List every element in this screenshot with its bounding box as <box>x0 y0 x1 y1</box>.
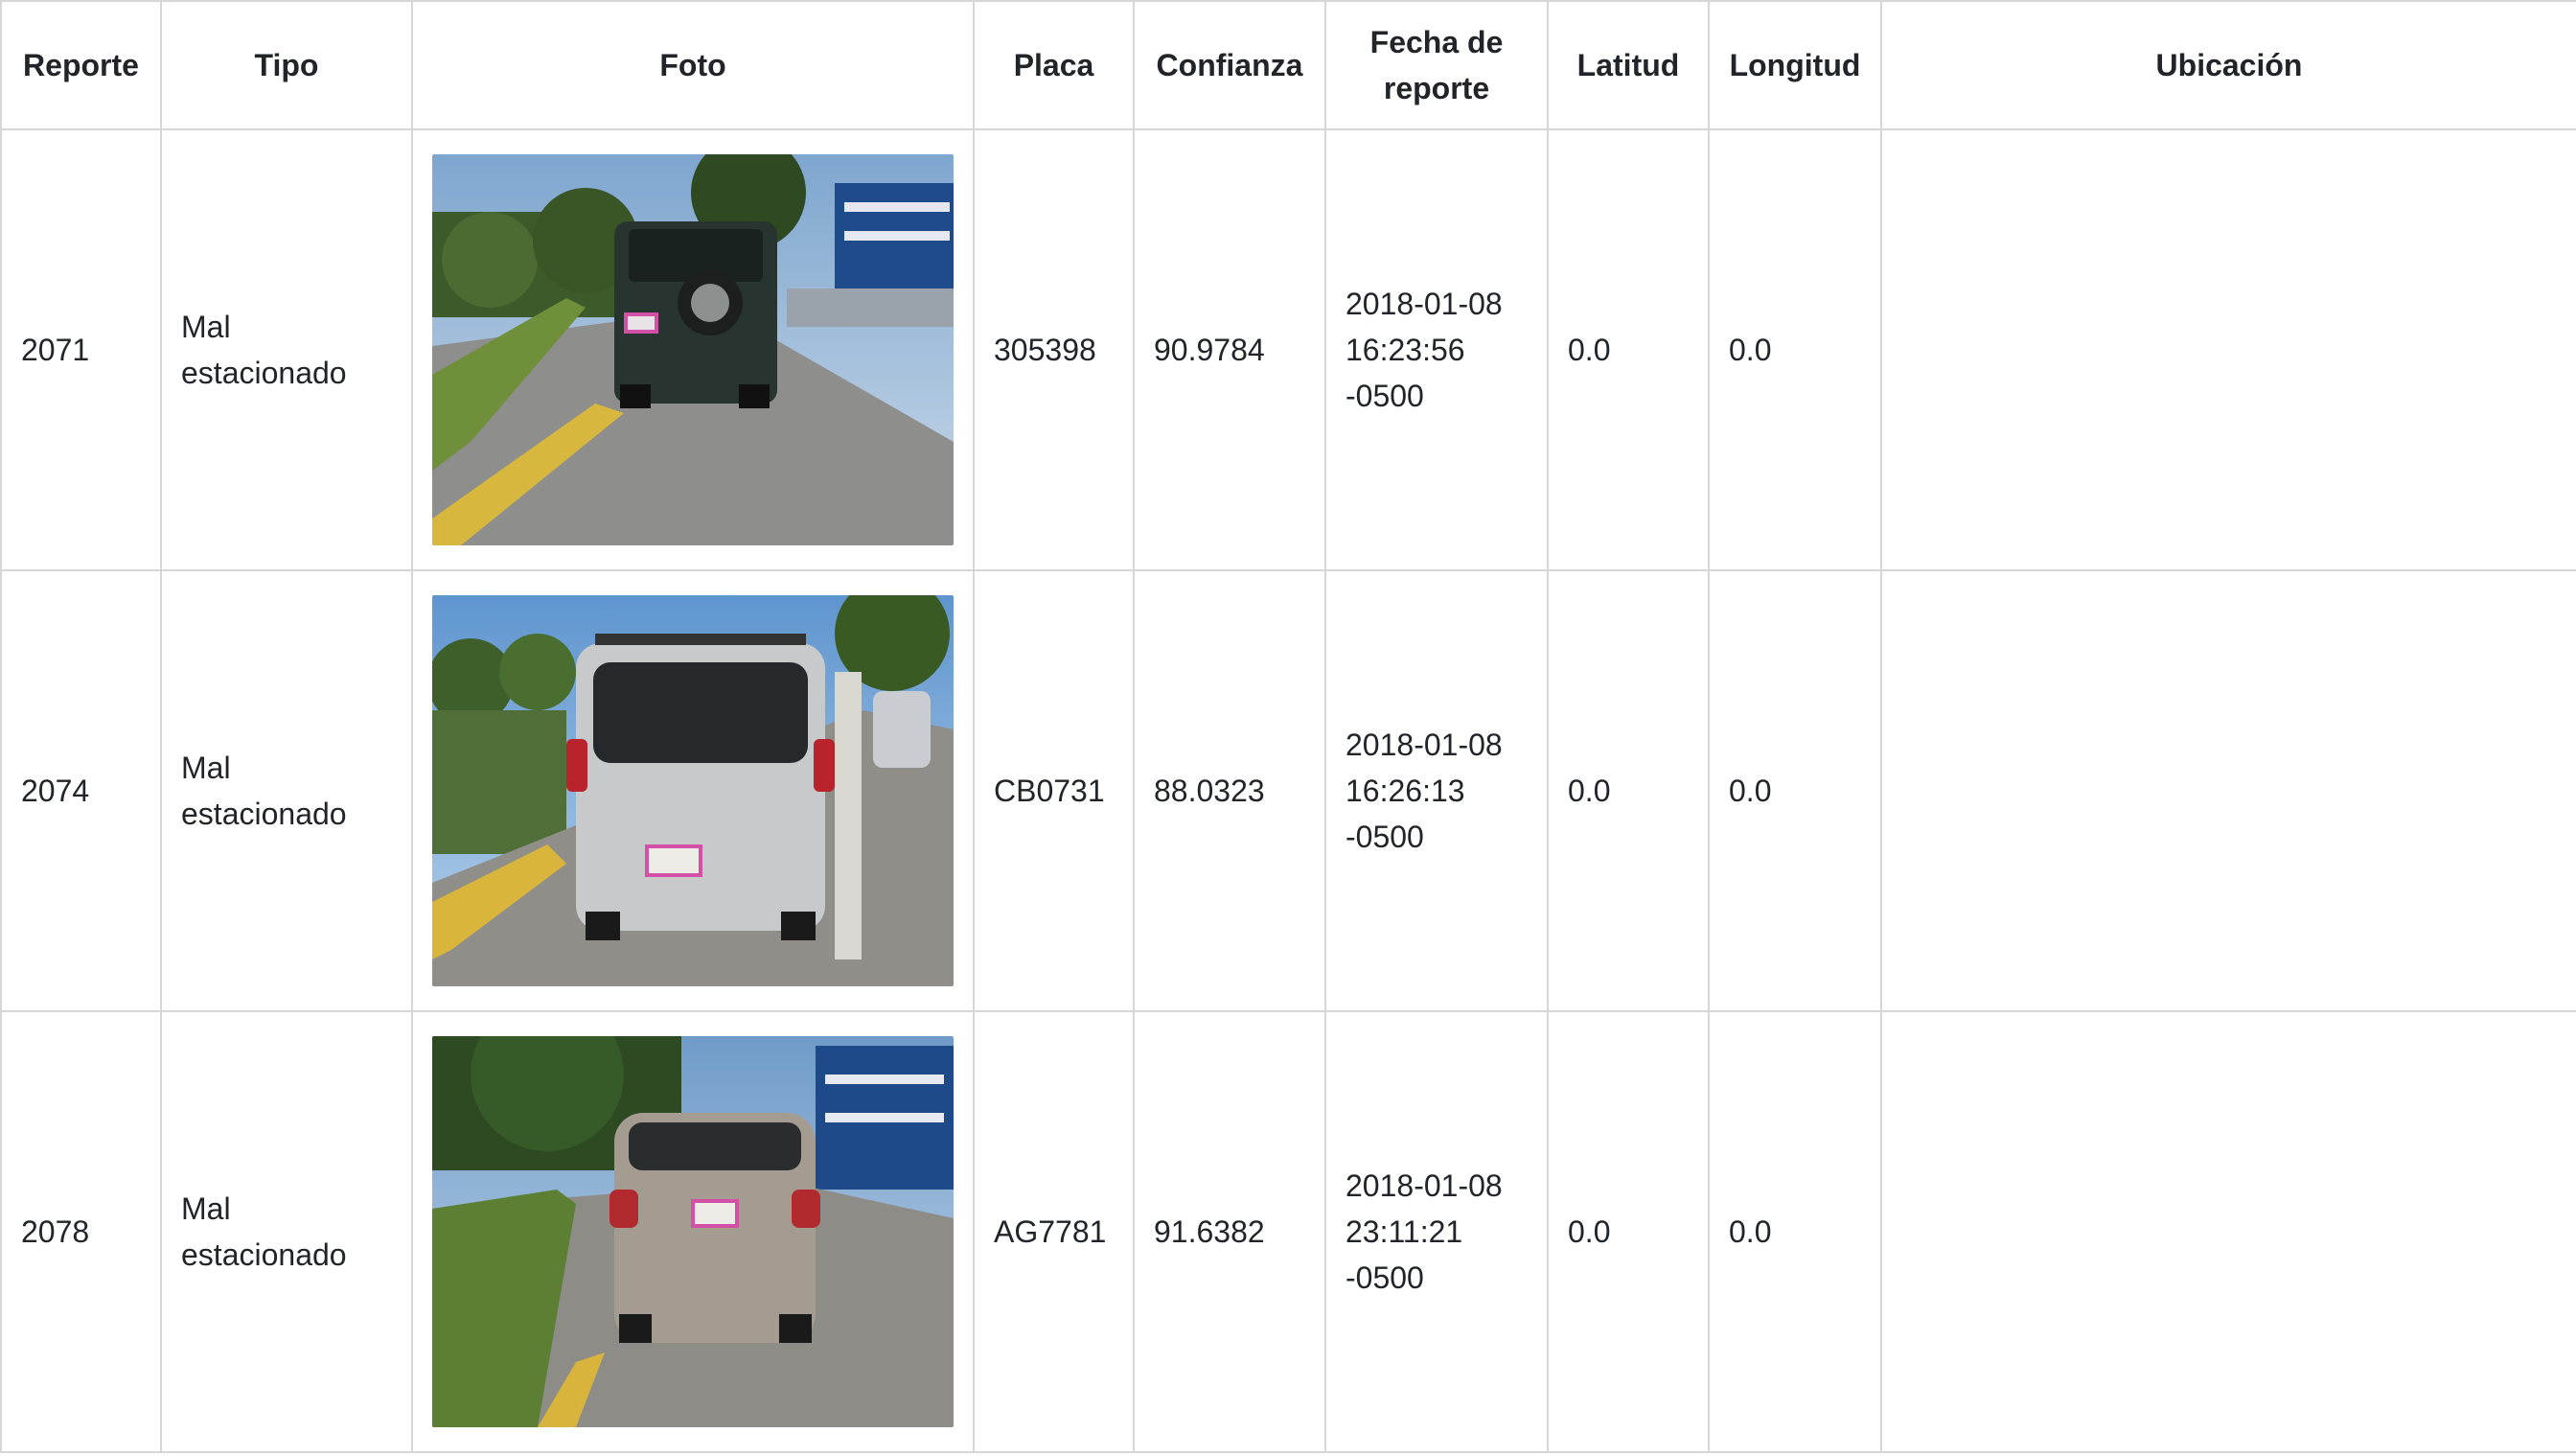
cell-latitud: 0.0 <box>1547 1010 1710 1453</box>
hatchback-photo-icon <box>432 595 954 986</box>
header-fecha: Fecha de reporte <box>1324 0 1549 130</box>
cell-placa: AG7781 <box>973 1010 1135 1453</box>
suv-photo-icon <box>432 154 954 545</box>
cell-fecha: 2018-01-08 23:11:21 -0500 <box>1324 1010 1549 1453</box>
cell-tipo: Mal estacionado <box>160 569 413 1012</box>
cell-confianza: 91.6382 <box>1133 1010 1326 1453</box>
cell-confianza: 88.0323 <box>1133 569 1326 1012</box>
cell-foto <box>411 128 975 571</box>
report-photo[interactable] <box>432 595 954 986</box>
cell-ubicacion <box>1880 569 2576 1012</box>
cell-tipo: Mal estacionado <box>160 1010 413 1453</box>
cell-foto <box>411 569 975 1012</box>
cell-longitud: 0.0 <box>1708 569 1882 1012</box>
cell-reporte: 2071 <box>0 128 162 571</box>
cell-reporte: 2074 <box>0 569 162 1012</box>
table-row: 2078 Mal estacionado AG7781 91.6382 2018… <box>0 1010 2576 1453</box>
cell-placa: 305398 <box>973 128 1135 571</box>
cell-longitud: 0.0 <box>1708 128 1882 571</box>
cell-latitud: 0.0 <box>1547 569 1710 1012</box>
cell-fecha: 2018-01-08 16:23:56 -0500 <box>1324 128 1549 571</box>
header-latitud: Latitud <box>1547 0 1710 130</box>
cell-confianza: 90.9784 <box>1133 128 1326 571</box>
table-header-row: Reporte Tipo Foto Placa Confianza Fecha … <box>0 0 2576 130</box>
cell-fecha: 2018-01-08 16:26:13 -0500 <box>1324 569 1549 1012</box>
header-placa: Placa <box>973 0 1135 130</box>
report-photo[interactable] <box>432 1036 954 1427</box>
table-row: 2071 Mal estacionado 305398 90.9784 2018… <box>0 128 2576 571</box>
cell-placa: CB0731 <box>973 569 1135 1012</box>
reports-table-container: Reporte Tipo Foto Placa Confianza Fecha … <box>0 0 2576 1456</box>
report-photo[interactable] <box>432 154 954 545</box>
table-row: 2074 Mal estacionado CB0731 88.0323 2018… <box>0 569 2576 1012</box>
cell-latitud: 0.0 <box>1547 128 1710 571</box>
header-tipo: Tipo <box>160 0 413 130</box>
header-reporte: Reporte <box>0 0 162 130</box>
cell-longitud: 0.0 <box>1708 1010 1882 1453</box>
cell-foto <box>411 1010 975 1453</box>
cell-ubicacion <box>1880 1010 2576 1453</box>
header-ubicacion: Ubicación <box>1880 0 2576 130</box>
header-longitud: Longitud <box>1708 0 1882 130</box>
sedan-photo-icon <box>432 1036 954 1427</box>
reports-table: Reporte Tipo Foto Placa Confianza Fecha … <box>0 0 2576 1453</box>
cell-tipo: Mal estacionado <box>160 128 413 571</box>
header-confianza: Confianza <box>1133 0 1326 130</box>
cell-ubicacion <box>1880 128 2576 571</box>
header-foto: Foto <box>411 0 975 130</box>
cell-reporte: 2078 <box>0 1010 162 1453</box>
